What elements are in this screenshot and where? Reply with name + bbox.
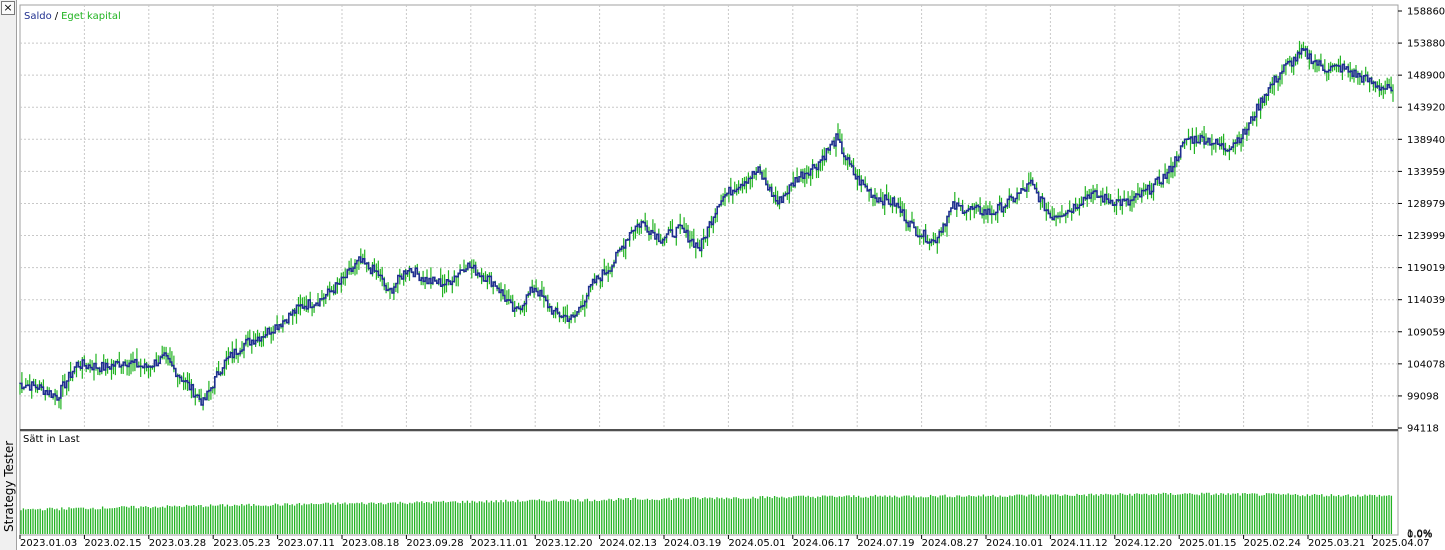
x-tick-label: 2024.02.13 bbox=[600, 538, 657, 549]
legend-balance: Saldo bbox=[24, 11, 52, 22]
x-tick-label: 2023.01.03 bbox=[20, 538, 77, 549]
x-tick-label: 2025.01.15 bbox=[1179, 538, 1236, 549]
volume-panel-title: Sätt in Last bbox=[23, 434, 80, 445]
y-tick-label: 128979 bbox=[1407, 199, 1445, 210]
y-tick-label: 104078 bbox=[1407, 359, 1445, 370]
sidebar-title: Strategy Tester bbox=[2, 440, 16, 532]
y-tick-label: 143920 bbox=[1407, 103, 1445, 114]
x-tick-label: 2024.10.01 bbox=[986, 538, 1043, 549]
x-tick-label: 2025.03.21 bbox=[1308, 538, 1365, 549]
y-tick-label: 99098 bbox=[1407, 391, 1439, 402]
tester-sidebar: × Strategy Tester bbox=[0, 0, 17, 550]
backtest-chart: 158860 153880 148900 143920 138940 133959 1289… bbox=[19, 4, 1445, 549]
y-tick-label: 138940 bbox=[1407, 135, 1445, 146]
x-tick-label: 2023.08.18 bbox=[342, 538, 399, 549]
x-tick-label: 2024.06.17 bbox=[793, 538, 850, 549]
y-tick-label: 158860 bbox=[1407, 7, 1445, 18]
y-tick-label: 94118 bbox=[1407, 424, 1439, 435]
volume-panel-frame bbox=[19, 430, 1399, 536]
legend-equity: Eget kapital bbox=[61, 11, 121, 22]
y-tick-label: 123999 bbox=[1407, 231, 1445, 242]
y-tick-label: 109059 bbox=[1407, 327, 1445, 338]
x-tick-label: 2024.11.12 bbox=[1050, 538, 1107, 549]
x-tick-label: 2023.03.28 bbox=[149, 538, 206, 549]
legend: Saldo / Eget kapital bbox=[24, 11, 121, 22]
x-tick-label: 2024.07.19 bbox=[857, 538, 914, 549]
x-tick-label: 2024.12.20 bbox=[1115, 538, 1172, 549]
x-tick-label: 2023.09.28 bbox=[406, 538, 463, 549]
y-tick-label: 114039 bbox=[1407, 295, 1445, 306]
y-tick-label: 153880 bbox=[1407, 39, 1445, 50]
x-tick-label: 2023.05.23 bbox=[213, 538, 270, 549]
x-tick-label: 2023.07.11 bbox=[278, 538, 335, 549]
x-tick-label: 2023.02.15 bbox=[84, 538, 141, 549]
sidebar-title-wrap: Strategy Tester bbox=[0, 0, 17, 550]
x-tick-label: 2024.08.27 bbox=[922, 538, 979, 549]
y-tick-labels: 158860 153880 148900 143920 138940 133959 1289… bbox=[1398, 7, 1445, 435]
x-tick-label: 2023.12.20 bbox=[535, 538, 592, 549]
y-tick-label: 119019 bbox=[1407, 263, 1445, 274]
x-tick-label: 2023.11.01 bbox=[471, 538, 528, 549]
x-tick-label: 2024.03.19 bbox=[664, 538, 721, 549]
x-tick-labels: 2023.01.03 2023.02.15 2023.03.28 2023.05.23… bbox=[19, 535, 1430, 549]
x-tick-label: 2024.05.01 bbox=[728, 538, 785, 549]
y-tick-label: 148900 bbox=[1407, 71, 1445, 82]
y-tick-label: 133959 bbox=[1407, 167, 1445, 178]
x-tick-label: 2025.02.24 bbox=[1244, 538, 1301, 549]
x-tick-label: 2025.04.07 bbox=[1372, 538, 1429, 549]
